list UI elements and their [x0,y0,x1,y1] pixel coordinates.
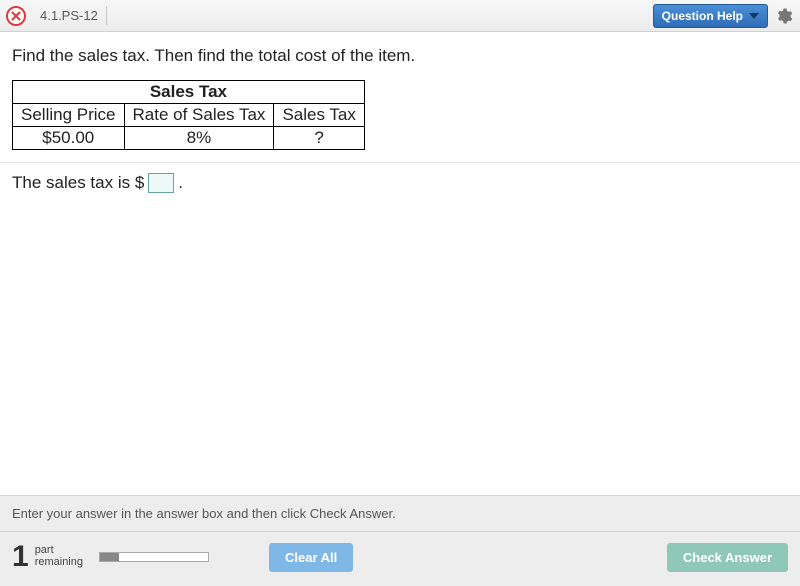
gear-icon[interactable] [774,6,794,26]
table-cell-rate: 8% [124,127,274,150]
answer-line: The sales tax is $ . [12,173,788,193]
footer: Enter your answer in the answer box and … [0,495,800,586]
check-answer-button[interactable]: Check Answer [667,543,788,572]
table-cell-sales-tax: ? [274,127,364,150]
table-header: Selling Price [13,104,125,127]
question-content: Find the sales tax. Then find the total … [0,32,800,193]
parts-count: 1 [12,540,29,574]
progress-bar [99,552,209,562]
question-id: 4.1.PS-12 [32,6,107,25]
chevron-down-icon [749,13,759,19]
sales-tax-input[interactable] [148,173,174,193]
parts-label: part remaining [35,545,83,568]
footer-bar: 1 part remaining Clear All Check Answer [0,532,800,586]
progress-fill [100,553,119,561]
parts-remaining: 1 part remaining [12,540,209,574]
question-prompt: Find the sales tax. Then find the total … [12,46,788,66]
close-icon[interactable] [6,6,26,26]
footer-instruction: Enter your answer in the answer box and … [0,496,800,532]
table-header: Sales Tax [274,104,364,127]
header-bar: 4.1.PS-12 Question Help [0,0,800,32]
table-title: Sales Tax [13,81,365,104]
question-help-label: Question Help [662,9,743,23]
sales-tax-table: Sales Tax Selling Price Rate of Sales Ta… [12,80,365,150]
table-header: Rate of Sales Tax [124,104,274,127]
divider [0,162,800,163]
answer-suffix: . [178,173,183,193]
answer-prefix: The sales tax is $ [12,173,144,193]
clear-all-button[interactable]: Clear All [269,543,353,572]
question-help-button[interactable]: Question Help [653,4,768,28]
table-cell-selling-price: $50.00 [13,127,125,150]
